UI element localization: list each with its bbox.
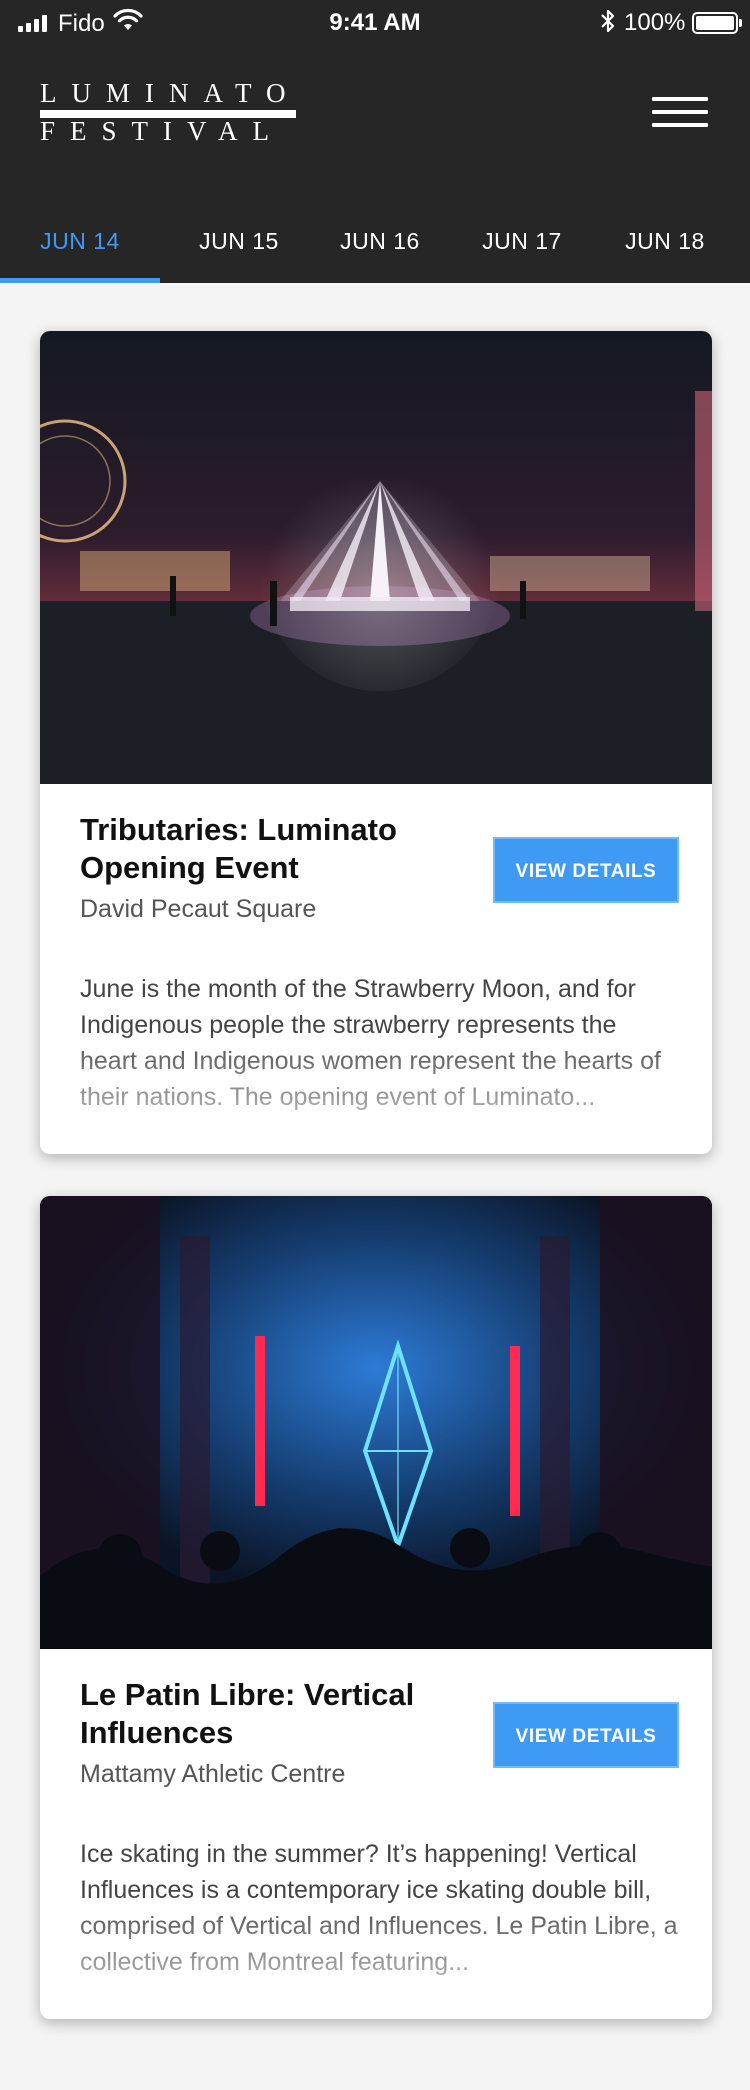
bluetooth-icon (601, 9, 615, 33)
hamburger-menu-icon[interactable] (652, 95, 710, 131)
date-tabs: JUN 14 JUN 15 JUN 16 JUN 17 JUN 18 (0, 211, 750, 283)
event-title: Le Patin Libre: Vertical Influences (80, 1677, 415, 1750)
active-tab-indicator (0, 278, 160, 283)
description-fade (40, 1031, 712, 1154)
tab-jun-16[interactable]: JUN 16 (318, 211, 442, 283)
app-header: LUMINATO FESTIVAL JUN 14 JUN 15 JUN 16 J… (0, 47, 750, 283)
event-venue: David Pecaut Square (80, 895, 317, 923)
logo-text-festival: FESTIVAL (40, 116, 285, 146)
event-image-neon-diamond[interactable] (40, 1196, 712, 1649)
event-title: Tributaries: Luminato Opening Event (80, 812, 397, 885)
tab-jun-18[interactable]: JUN 18 (598, 211, 732, 283)
description-fade (40, 1896, 712, 2019)
logo-text-luminato: LUMINATO (40, 78, 301, 108)
tab-jun-17[interactable]: JUN 17 (446, 211, 598, 283)
event-image-carnival[interactable] (40, 331, 712, 784)
battery-percentage: 100% (624, 9, 686, 36)
view-details-button[interactable]: VIEW DETAILS (493, 837, 679, 903)
luminato-festival-logo[interactable]: LUMINATO FESTIVAL (40, 78, 301, 146)
event-venue: Mattamy Athletic Centre (80, 1760, 346, 1788)
event-card[interactable]: Tributaries: Luminato Opening Event Davi… (40, 331, 712, 1154)
tab-jun-15[interactable]: JUN 15 (160, 211, 318, 283)
status-bar: Fido 9:41 AM 100% (0, 0, 750, 47)
battery-icon (692, 12, 742, 34)
view-details-button[interactable]: VIEW DETAILS (493, 1702, 679, 1768)
tab-jun-14[interactable]: JUN 14 (0, 211, 160, 283)
event-card[interactable]: Le Patin Libre: Vertical Influences Matt… (40, 1196, 712, 2019)
